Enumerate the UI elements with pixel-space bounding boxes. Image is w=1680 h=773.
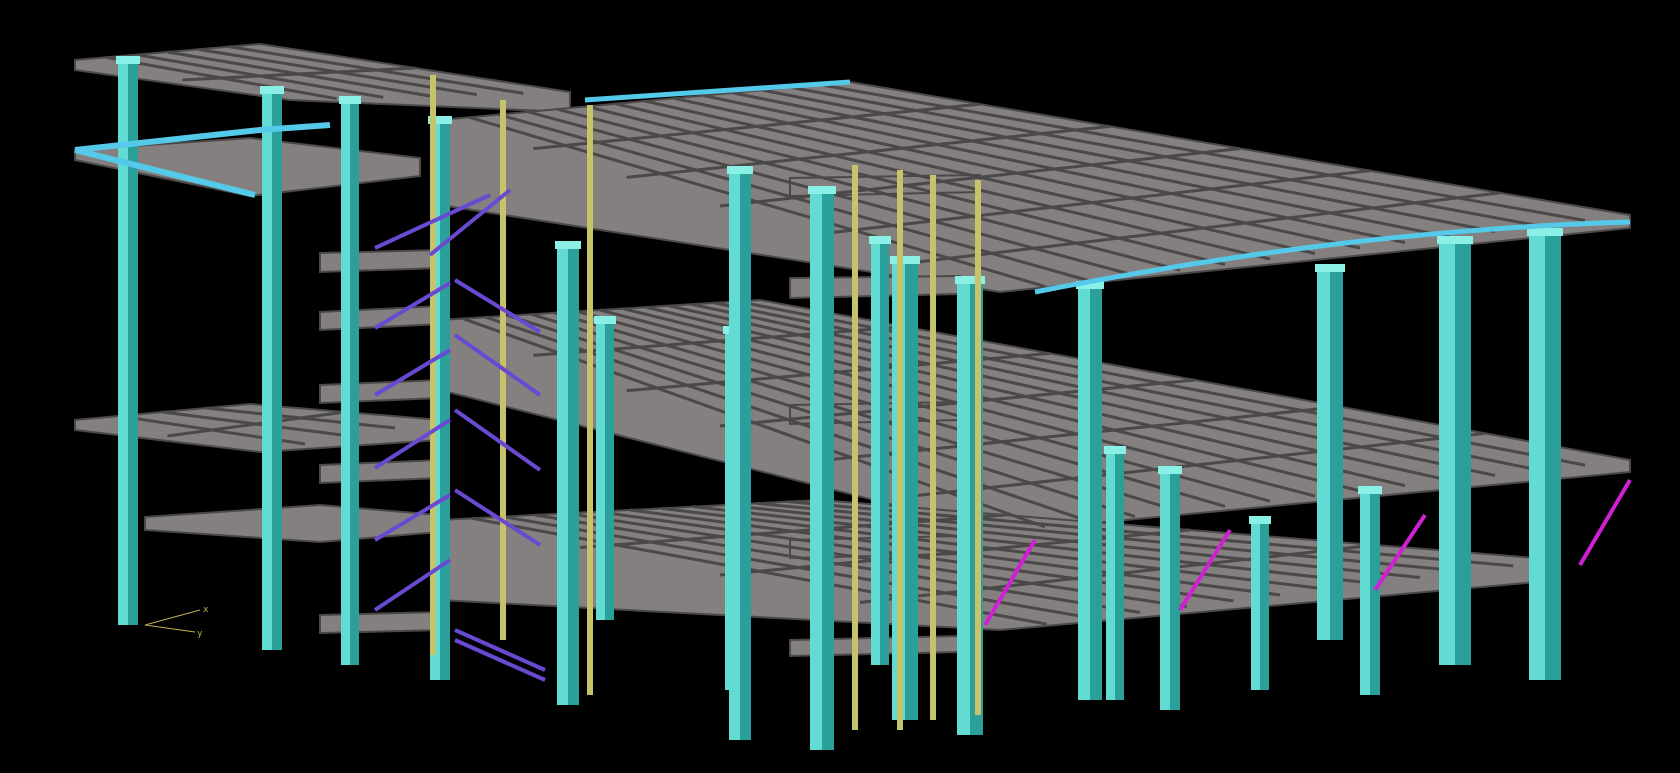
column-cap-14 — [1249, 516, 1271, 524]
column-17 — [1529, 232, 1545, 680]
column-8 — [729, 170, 740, 740]
column-15 — [1317, 268, 1330, 640]
slab-12 — [319, 610, 441, 635]
column-3 — [341, 100, 350, 665]
column-11 — [957, 280, 970, 735]
ucs-x-axis — [144, 609, 201, 626]
column-cap-20 — [869, 236, 891, 244]
column-cap-16 — [1437, 236, 1473, 244]
ucs-x-label: x — [203, 605, 209, 615]
column-shade-10 — [905, 260, 918, 720]
yellow-column-4 — [852, 165, 858, 730]
column-shade-9 — [822, 190, 834, 750]
column-5 — [557, 245, 568, 705]
column-19 — [1106, 450, 1115, 700]
column-cap-2 — [260, 86, 284, 94]
column-shade-3 — [350, 100, 359, 665]
column-cap-8 — [727, 166, 753, 174]
column-shade-13 — [1170, 470, 1180, 710]
purple-brace-8 — [453, 408, 542, 472]
ucs-axis-icon: x y — [144, 605, 209, 639]
column-6 — [596, 320, 605, 620]
column-shade-20 — [880, 240, 889, 665]
column-shade-17 — [1545, 232, 1561, 680]
magenta-brace-4 — [1578, 478, 1632, 567]
column-shade-12 — [1090, 285, 1102, 700]
column-13 — [1160, 470, 1170, 710]
purple-brace-13 — [454, 638, 546, 682]
structural-3d-model: x y — [74, 42, 1632, 750]
column-shade-5 — [568, 245, 579, 705]
ucs-y-axis — [144, 624, 196, 633]
column-cap-3 — [339, 96, 361, 104]
column-18 — [1360, 490, 1370, 695]
column-shade-16 — [1455, 240, 1471, 665]
column-20 — [871, 240, 880, 665]
column-12 — [1078, 285, 1090, 700]
column-cap-5 — [555, 241, 581, 249]
column-shade-2 — [272, 90, 282, 650]
column-cap-15 — [1315, 264, 1345, 272]
column-shade-15 — [1330, 268, 1343, 640]
column-cap-10 — [890, 256, 920, 264]
column-2 — [262, 90, 272, 650]
ucs-y-label: y — [197, 629, 203, 639]
column-shade-4 — [440, 120, 450, 680]
column-cap-17 — [1527, 228, 1563, 236]
column-cap-1 — [116, 56, 140, 64]
column-shade-8 — [740, 170, 751, 740]
yellow-column-7 — [975, 180, 981, 715]
column-shade-19 — [1115, 450, 1124, 700]
column-shade-18 — [1370, 490, 1380, 695]
column-shade-14 — [1260, 520, 1269, 690]
column-cap-18 — [1358, 486, 1382, 494]
yellow-column-5 — [897, 170, 903, 730]
column-cap-19 — [1104, 446, 1126, 454]
column-9 — [810, 190, 822, 750]
column-shade-6 — [605, 320, 614, 620]
column-cap-6 — [594, 316, 616, 324]
column-cap-13 — [1158, 466, 1182, 474]
yellow-column-6 — [930, 175, 936, 720]
model-viewport[interactable]: x y — [0, 0, 1680, 773]
slab-8 — [319, 248, 441, 274]
column-16 — [1439, 240, 1455, 665]
yellow-column-3 — [587, 105, 593, 695]
slab-7 — [144, 503, 441, 544]
column-14 — [1251, 520, 1260, 690]
column-cap-9 — [808, 186, 836, 194]
